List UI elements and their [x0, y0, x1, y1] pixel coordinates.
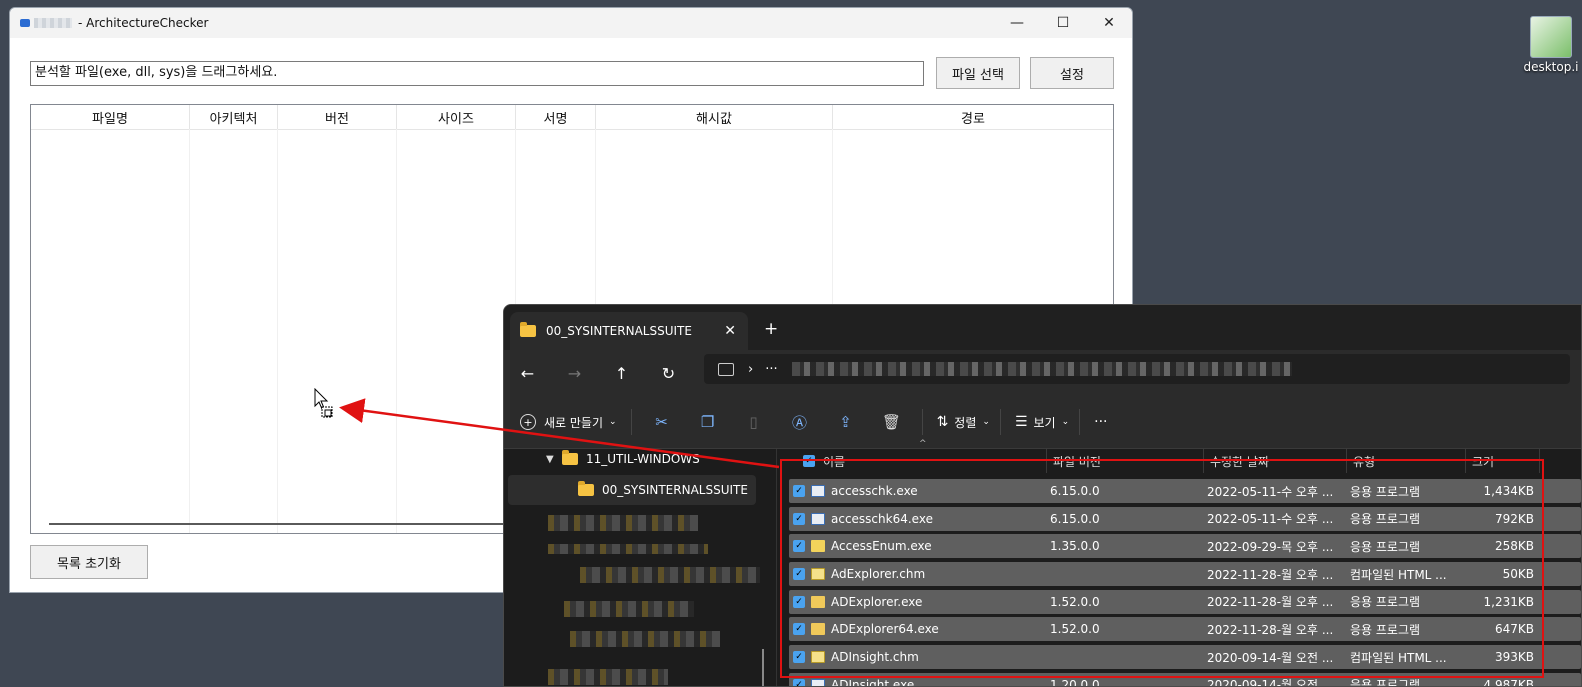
drag-arrow-icon: [339, 398, 780, 469]
